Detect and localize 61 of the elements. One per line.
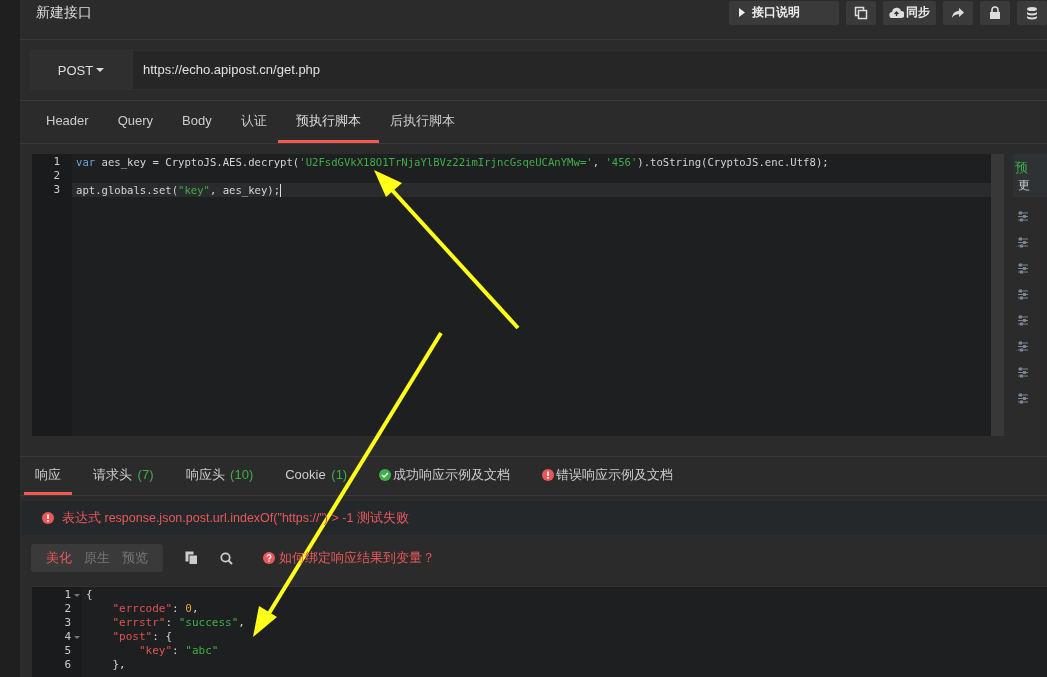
line-number: 3 <box>52 183 61 197</box>
error-icon <box>542 468 555 481</box>
sliders-icon[interactable] <box>1018 315 1028 326</box>
error-icon <box>42 512 54 524</box>
copy-icon <box>854 5 868 20</box>
code-line: }, <box>111 658 126 672</box>
database-icon <box>1026 5 1038 20</box>
share-arrow-icon <box>951 6 965 19</box>
response-tab[interactable]: Cookie (1) <box>274 457 359 495</box>
lock-icon <box>989 5 1001 20</box>
fold-icon[interactable] <box>74 593 80 597</box>
side-panel-title: 预 <box>1015 159 1029 177</box>
error-message: 表达式 response.json.post.url.indexOf("https://") > -1 测试失败 <box>62 509 409 527</box>
response-tab[interactable]: 请求头 (7) <box>82 457 165 495</box>
sliders-icon[interactable] <box>1018 289 1028 300</box>
url-field[interactable]: https://echo.apipost.cn/get.php <box>132 50 1047 90</box>
line-number: 1 <box>52 155 61 169</box>
page-title: 新建接口 <box>36 3 92 22</box>
code-line: { <box>86 588 93 602</box>
line-number: 4 <box>64 630 71 644</box>
sliders-icon[interactable] <box>1018 211 1028 222</box>
fold-icon[interactable] <box>74 635 80 639</box>
code-line: apt.globals.set("key", aes_key); <box>76 183 281 197</box>
scrollbar[interactable] <box>991 154 1004 436</box>
code-line: "post": { <box>111 630 173 644</box>
sliders-icon[interactable] <box>1018 237 1028 248</box>
line-number: 1 <box>64 588 71 602</box>
clipboard-icon[interactable] <box>185 551 198 565</box>
line-number: 2 <box>52 169 61 183</box>
cloud-upload-icon <box>889 6 904 19</box>
sliders-icon[interactable] <box>1018 367 1028 378</box>
lock-button[interactable] <box>980 0 1010 25</box>
code-line: "errstr": "success", <box>111 616 245 630</box>
line-number: 6 <box>64 658 71 672</box>
sync-button[interactable]: 同步 <box>883 0 936 25</box>
response-tab[interactable]: 响应 <box>24 457 72 495</box>
doc-button[interactable]: 接口说明 <box>729 0 839 25</box>
code-editor[interactable]: 1 2 3 var aes_key = CryptoJS.AES.decrypt('U2FsdGVkX18O1TrNjaYlBVz22imIrjncGsqeUCAnYMw=', '456').toString(CryptoJS.enc.Utf8); apt.globals.set("key", aes_key); <box>32 154 1004 436</box>
caret-icon <box>96 68 105 72</box>
code-line: var aes_key = CryptoJS.AES.decrypt('U2FsdGVkX18O1TrNjaYlBVz22imIrjncGsqeUCAnYMw=', '456').toString(CryptoJS.enc.Utf8); <box>76 155 829 169</box>
code-line: "key": "abc" <box>137 644 219 658</box>
response-tab[interactable]: 响应头 (10) <box>174 457 265 495</box>
search-icon[interactable] <box>220 551 233 565</box>
sliders-icon[interactable] <box>1018 393 1028 404</box>
response-tab[interactable]: 错误响应示例及文档 <box>531 457 685 495</box>
line-number: 2 <box>64 602 71 616</box>
copy-button[interactable] <box>846 0 876 25</box>
sliders-icon[interactable] <box>1018 341 1028 352</box>
play-icon <box>739 8 745 17</box>
method-dropdown[interactable]: POST <box>30 50 132 90</box>
tab[interactable]: 预执行脚本 <box>277 101 379 143</box>
database-button[interactable] <box>1017 0 1047 25</box>
line-number: 5 <box>64 644 71 658</box>
side-panel-subtitle: 更 <box>1017 177 1031 194</box>
sliders-icon[interactable] <box>1018 263 1028 274</box>
check-circle-icon <box>379 468 392 481</box>
response-tab[interactable]: 成功响应示例及文档 <box>368 457 522 495</box>
share-button[interactable] <box>943 0 973 25</box>
code-line: "errcode": 0, <box>111 602 199 616</box>
help-icon <box>263 552 275 564</box>
line-number: 3 <box>64 616 71 630</box>
